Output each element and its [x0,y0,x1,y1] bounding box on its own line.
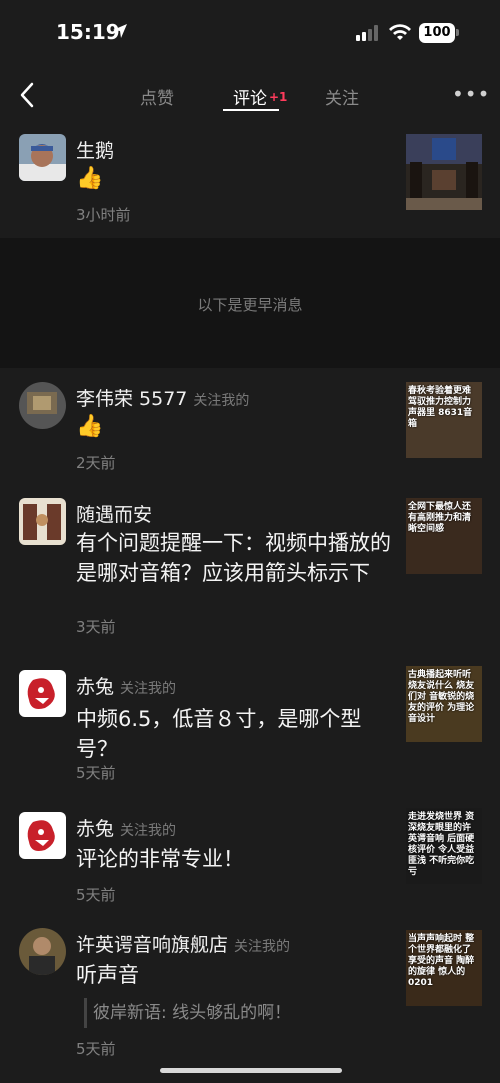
avatar[interactable] [19,498,66,545]
video-thumbnail[interactable] [406,134,482,210]
user-name[interactable]: 生鹅 [76,140,114,162]
list-item[interactable]: 赤兔 关注我的 中频6.5，低音８寸，是哪个型号？ 5天前 古典播起来听听烧友说什… [0,648,500,790]
comment-text: 👍 [76,166,104,191]
battery-tip [456,29,459,36]
back-arrow-icon[interactable] [14,80,44,110]
location-arrow-icon [113,24,127,38]
timestamp: 5天前 [76,764,116,782]
nav-bar: 点赞 评论 +1 关注 ••• [0,62,500,122]
video-thumbnail[interactable]: 当声声响起时 整个世界都融化了 享受的声音 陶醉的旋律 惊人的0201 [406,930,482,1006]
timestamp: 2天前 [76,454,116,472]
timestamp: 3小时前 [76,206,131,224]
thumbnail-caption: 走进发烧世界 资深烧友眼里的许英谔音响 后面硬核评价 令人受益匪浅 不听完你吃亏 [408,812,475,877]
follows-you-tag: 关注我的 [120,823,177,839]
tab-likes[interactable]: 点赞 [140,84,174,109]
follows-you-tag: 关注我的 [120,681,177,697]
comment-text: 有个问题提醒一下：视频中播放的是哪对音箱？应该用箭头标示下 [76,531,391,585]
avatar[interactable] [19,812,66,859]
timestamp: 3天前 [76,618,116,636]
list-item[interactable]: 赤兔 关注我的 评论的非常专业！ 5天前 走进发烧世界 资深烧友眼里的许英谔音响 … [0,790,500,914]
video-thumbnail[interactable]: 春秋考验着更难驾驭推力控制力 声器里 8631音箱 [406,382,482,458]
name-line: 随遇而安 [76,500,152,527]
comment-text: 听声音 [76,963,139,987]
tab-active-indicator [223,109,279,111]
more-icon[interactable]: ••• [452,82,490,106]
follows-you-tag: 关注我的 [234,939,291,955]
thumbnail-caption: 当声声响起时 整个世界都融化了 享受的声音 陶醉的旋律 惊人的0201 [408,934,475,988]
status-time: 15:19 [56,20,120,44]
battery-icon: 100 [419,23,455,43]
earlier-messages-divider: 以下是更早消息 [0,238,500,368]
list-item[interactable]: 生鹅 👍 3小时前 [0,122,500,238]
avatar[interactable] [19,928,66,975]
tab-comments[interactable]: 评论 +1 [233,84,287,109]
name-line: 赤兔 关注我的 [76,814,176,841]
comment-text: 中频6.5，低音８寸，是哪个型号？ [76,707,362,761]
earlier-messages-label: 以下是更早消息 [197,296,303,314]
thumbnail-caption: 春秋考验着更难驾驭推力控制力 声器里 8631音箱 [408,386,473,429]
list-item[interactable]: 随遇而安 有个问题提醒一下：视频中播放的是哪对音箱？应该用箭头标示下 3天前 全… [0,486,500,648]
user-name[interactable]: 许英谔音响旗舰店 [76,934,228,956]
quoted-reply: 彼岸新语: 线头够乱的啊！ [84,998,291,1028]
user-name[interactable]: 赤兔 [76,818,114,840]
signal-icon [356,25,378,41]
user-name[interactable]: 李伟荣 5577 [76,388,187,410]
thumbnail-caption: 全网下最惊人还有高刚推力和清晰空间感 [408,502,472,534]
user-name[interactable]: 赤兔 [76,676,114,698]
list-item[interactable]: 李伟荣 5577 关注我的 👍 2天前 春秋考验着更难驾驭推力控制力 声器里 86… [0,368,500,486]
tab-comments-label: 评论 [233,89,267,109]
list-item[interactable]: 许英谔音响旗舰店 关注我的 听声音 彼岸新语: 线头够乱的啊！ 5天前 当声声响起… [0,914,500,1064]
tab-comments-badge: +1 [269,90,288,104]
avatar[interactable] [19,670,66,717]
tab-follow[interactable]: 关注 [325,84,359,109]
name-line: 赤兔 关注我的 [76,672,176,699]
timestamp: 5天前 [76,886,116,904]
thumbnail-caption: 古典播起来听听烧友说什么 烧友们对 音敏锐的烧友的评价 为理论音设计 [408,670,475,724]
video-thumbnail[interactable]: 古典播起来听听烧友说什么 烧友们对 音敏锐的烧友的评价 为理论音设计 [406,666,482,742]
status-bar: 15:19 100 [0,0,500,62]
video-thumbnail[interactable]: 全网下最惊人还有高刚推力和清晰空间感 [406,498,482,574]
video-thumbnail[interactable]: 走进发烧世界 资深烧友眼里的许英谔音响 后面硬核评价 令人受益匪浅 不听完你吃亏 [406,808,482,884]
timestamp: 5天前 [76,1040,116,1058]
follows-you-tag: 关注我的 [193,393,250,409]
name-line: 许英谔音响旗舰店 关注我的 [76,930,290,957]
user-name[interactable]: 随遇而安 [76,504,152,526]
wifi-icon [389,24,411,40]
name-line: 李伟荣 5577 关注我的 [76,384,249,411]
name-line: 生鹅 [76,136,114,163]
home-indicator[interactable] [160,1068,342,1073]
avatar[interactable] [19,134,66,181]
comment-text: 评论的非常专业！ [76,847,244,871]
avatar[interactable] [19,382,66,429]
comment-text: 👍 [76,414,104,439]
